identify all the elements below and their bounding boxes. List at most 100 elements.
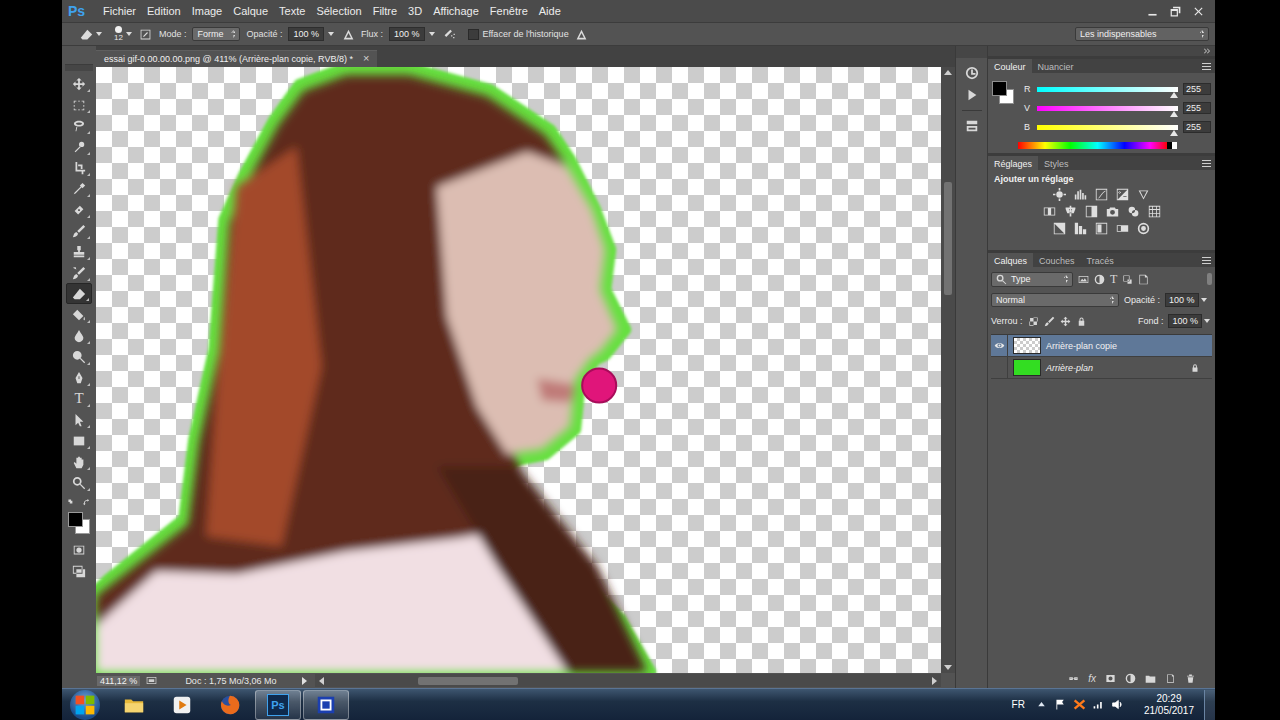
menu-item[interactable]: Affichage: [432, 5, 480, 17]
menu-item[interactable]: Calque: [232, 5, 269, 17]
menu-item[interactable]: Fichier: [102, 5, 137, 17]
tool-button[interactable]: [66, 325, 92, 346]
channel-value[interactable]: 255: [1183, 121, 1211, 133]
brush-panel-icon[interactable]: [138, 27, 153, 42]
panel-tab[interactable]: Styles: [1038, 156, 1075, 170]
restore-icon[interactable]: [1169, 5, 1182, 18]
tool-preset-picker[interactable]: [80, 28, 102, 41]
layer-name[interactable]: Arrière-plan: [1046, 363, 1185, 373]
tool-button[interactable]: T: [66, 388, 92, 409]
visibility-toggle[interactable]: [991, 357, 1008, 378]
tool-button[interactable]: [66, 178, 92, 199]
tool-button[interactable]: [66, 199, 92, 220]
workspace-select[interactable]: Les indispensables: [1075, 27, 1209, 41]
adjustment-icon[interactable]: [1116, 222, 1129, 235]
canvas[interactable]: [96, 67, 941, 673]
fill-slider-button[interactable]: [1204, 319, 1212, 323]
adjustment-icon[interactable]: [1095, 222, 1108, 235]
layer-style-button[interactable]: fx: [1088, 673, 1096, 684]
show-desktop-button[interactable]: [1204, 690, 1215, 720]
panel-tab[interactable]: Réglages: [988, 156, 1038, 170]
tool-button[interactable]: [66, 409, 92, 430]
color-spectrum[interactable]: [1018, 142, 1177, 149]
close-tab-button[interactable]: ×: [363, 53, 369, 64]
pressure-icon[interactable]: [575, 28, 588, 41]
horizontal-scrollbar[interactable]: [315, 674, 941, 687]
properties-icon[interactable]: [965, 119, 979, 133]
scroll-left-icon[interactable]: [319, 677, 324, 685]
channel-value[interactable]: 255: [1183, 102, 1211, 114]
tool-button[interactable]: [66, 472, 92, 493]
alert-icon[interactable]: [1073, 698, 1086, 711]
link-layers-icon[interactable]: [1068, 673, 1079, 684]
tool-button[interactable]: [66, 283, 92, 304]
lock-option-icon[interactable]: [1060, 316, 1071, 327]
adjustment-icon[interactable]: [1053, 188, 1066, 201]
checkbox-box[interactable]: [468, 29, 479, 40]
network-icon[interactable]: [1092, 698, 1105, 711]
panel-tab[interactable]: Couches: [1033, 253, 1081, 267]
tool-button[interactable]: [66, 430, 92, 451]
history-icon[interactable]: [965, 66, 979, 80]
layer-action-icon[interactable]: [1185, 673, 1196, 684]
flow-slider-button[interactable]: [427, 27, 437, 41]
lock-option-icon[interactable]: [1028, 316, 1039, 327]
foreground-color-swatch[interactable]: [68, 512, 83, 527]
menu-item[interactable]: Sélection: [315, 5, 362, 17]
filter-toggle[interactable]: [1207, 273, 1212, 285]
vertical-scroll-thumb[interactable]: [944, 182, 952, 295]
tool-button[interactable]: [66, 451, 92, 472]
channel-slider[interactable]: [1037, 125, 1178, 130]
menu-item[interactable]: Image: [191, 5, 224, 17]
tool-button[interactable]: [66, 136, 92, 157]
taskbar-item[interactable]: [111, 690, 157, 720]
scroll-down-icon[interactable]: [944, 665, 952, 670]
layer-action-icon[interactable]: [1105, 673, 1116, 684]
lock-option-icon[interactable]: [1076, 316, 1087, 327]
pressure-icon[interactable]: [342, 28, 355, 41]
opacity-slider-button[interactable]: [326, 27, 336, 41]
toolbar-header[interactable]: [65, 65, 93, 71]
panel-tab[interactable]: Calques: [988, 253, 1033, 267]
airbrush-icon[interactable]: [443, 28, 456, 41]
layer-fill-field[interactable]: 100 %: [1168, 314, 1202, 328]
menu-item[interactable]: Edition: [146, 5, 182, 17]
adjustment-icon[interactable]: [1085, 205, 1098, 218]
action-center-flag-icon[interactable]: [1054, 698, 1067, 711]
adjustment-icon[interactable]: [1064, 205, 1077, 218]
visibility-toggle[interactable]: [991, 335, 1008, 356]
brush-size-picker[interactable]: 12: [114, 26, 132, 42]
menu-item[interactable]: Texte: [278, 5, 306, 17]
type-filter-icon[interactable]: T: [1110, 273, 1117, 285]
channel-value[interactable]: 255: [1183, 83, 1211, 95]
adjustment-icon[interactable]: [1116, 188, 1129, 201]
document-tab[interactable]: essai gif-0.00.00.00.png @ 411% (Arrière…: [96, 50, 377, 67]
tool-button[interactable]: [66, 241, 92, 262]
opacity-field[interactable]: 100 %: [288, 27, 324, 41]
clock[interactable]: 20:2921/05/2017: [1144, 693, 1194, 717]
quick-mask-button[interactable]: [66, 539, 92, 560]
adjustment-icon[interactable]: [1148, 205, 1161, 218]
tool-button[interactable]: [66, 94, 92, 115]
erase-history-checkbox[interactable]: Effacer de l'historique: [468, 29, 569, 40]
collapse-icon[interactable]: [1203, 47, 1211, 55]
layer-action-icon[interactable]: [1165, 673, 1176, 684]
language-indicator[interactable]: FR: [1012, 699, 1025, 710]
menu-item[interactable]: Aide: [538, 5, 562, 17]
taskbar-item[interactable]: [207, 690, 253, 720]
tool-button[interactable]: [66, 346, 92, 367]
start-button[interactable]: [65, 690, 105, 720]
taskbar-item[interactable]: [303, 690, 349, 720]
flow-field[interactable]: 100 %: [389, 27, 425, 41]
channel-slider[interactable]: [1037, 106, 1178, 111]
slider-thumb[interactable]: [1170, 111, 1178, 117]
lock-option-icon[interactable]: [1044, 316, 1055, 327]
taskbar-item[interactable]: Ps: [255, 690, 301, 720]
tool-button[interactable]: [66, 262, 92, 283]
foreground-color-swatch[interactable]: [992, 81, 1007, 96]
swap-colors-icon[interactable]: [83, 499, 90, 506]
mode-select[interactable]: Forme: [192, 27, 240, 41]
adjustment-icon[interactable]: [1106, 205, 1119, 218]
tray-arrow-icon[interactable]: [1035, 698, 1048, 711]
layer-name[interactable]: Arrière-plan copie: [1046, 341, 1212, 351]
